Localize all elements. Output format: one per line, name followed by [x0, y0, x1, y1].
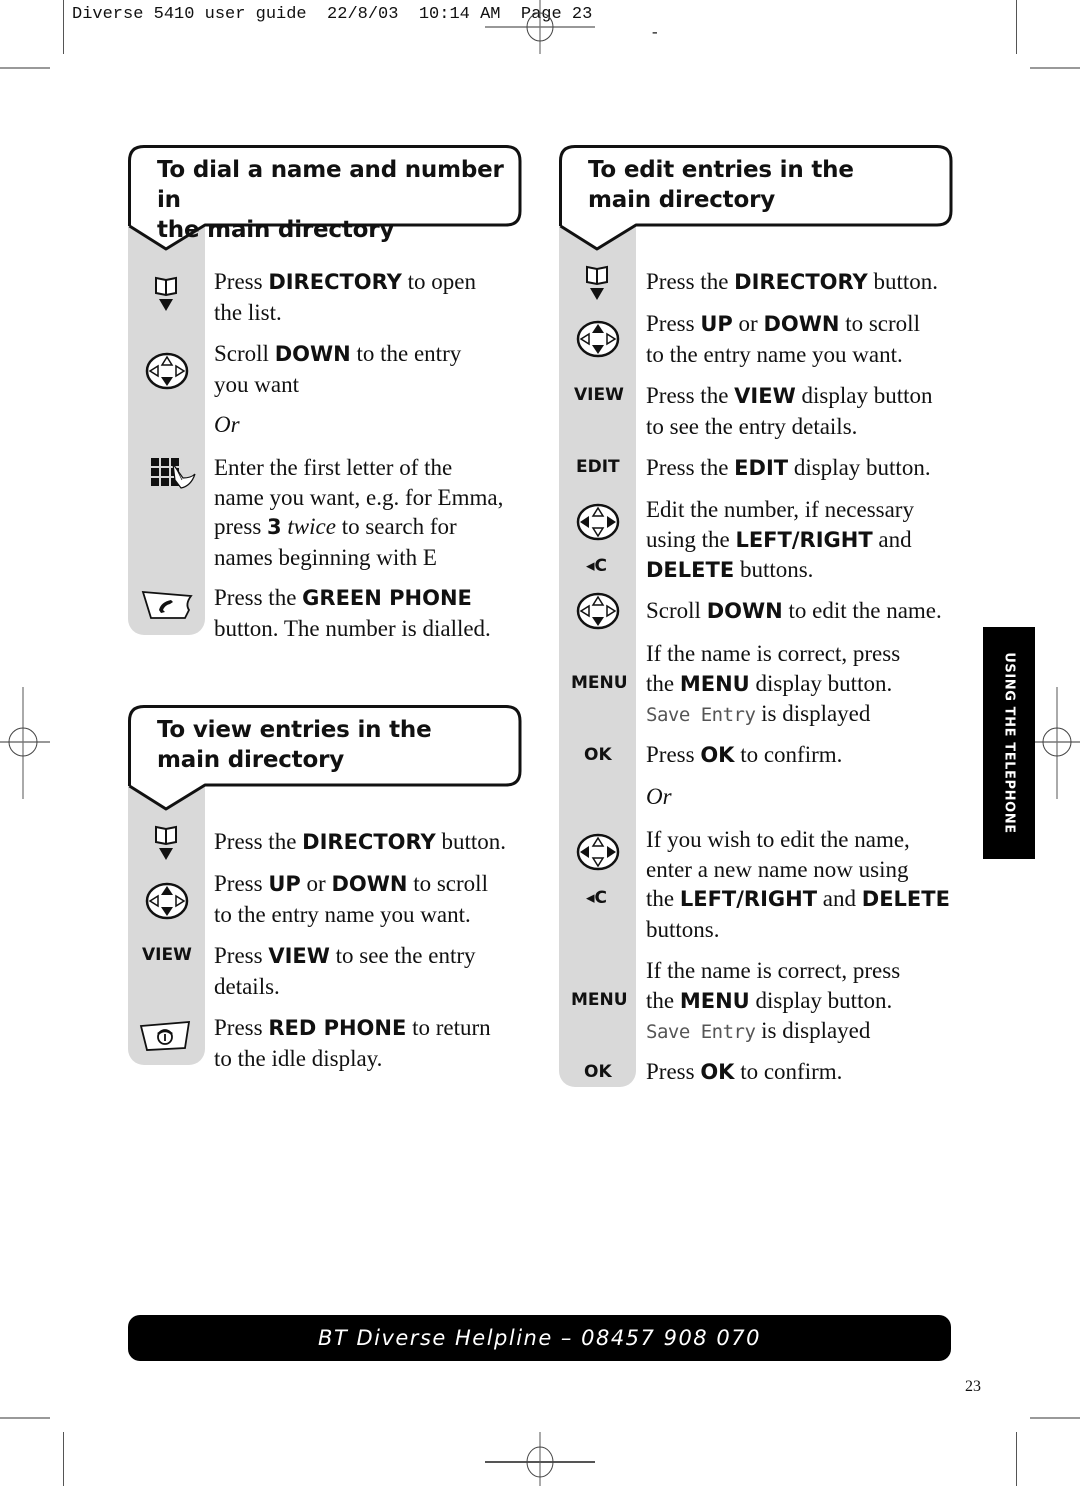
- section-title: To view entries in the main directory: [157, 717, 432, 773]
- menu-key-label: MENU: [571, 673, 628, 693]
- step-text: If the name is correct, press the MENU di…: [646, 641, 901, 726]
- step-text: Press OK to confirm.: [646, 742, 843, 767]
- directory-icon: [155, 826, 177, 861]
- ok-key-label: OK: [584, 1062, 612, 1082]
- crop-mark: [63, 1432, 64, 1486]
- section-side-tab: USING THE TELEPHONE: [983, 627, 1035, 859]
- crop-mark: [1030, 67, 1080, 69]
- crop-mark: [0, 67, 50, 69]
- section-edit: To edit entries in the main directory Pr…: [559, 145, 953, 1095]
- ok-key-label: OK: [584, 745, 612, 765]
- lcd-text: Save Entry: [646, 704, 756, 726]
- registration-mark-bottom: [485, 1432, 595, 1486]
- menu-key-label: MENU: [571, 990, 628, 1010]
- step-text: Press the GREEN PHONE button. The number …: [214, 585, 491, 641]
- delete-key-label: ◂C: [586, 888, 608, 908]
- view-key-label: VIEW: [574, 385, 624, 405]
- keypad-icon: [150, 457, 196, 489]
- delete-key-label: ◂C: [586, 556, 608, 576]
- green-phone-icon: [142, 591, 192, 619]
- step-text: Scroll DOWN to the entry you want: [214, 341, 462, 397]
- navigation-down-icon: [145, 352, 189, 390]
- directory-icon: [586, 266, 608, 301]
- step-text: Press the VIEW display button to see the …: [646, 383, 933, 439]
- registration-mark-top: [485, 0, 595, 54]
- print-header-mark: -: [650, 24, 660, 42]
- navigation-up-down-icon: [576, 320, 620, 358]
- crop-mark: [63, 0, 64, 54]
- step-text: Edit the number, if necessary using the L…: [646, 497, 914, 582]
- step-text: Press RED PHONE to return to the idle dis…: [214, 1015, 491, 1071]
- step-text: Scroll DOWN to edit the name.: [646, 598, 942, 623]
- navigation-left-right-icon: [576, 833, 620, 871]
- or-text: Or: [214, 412, 240, 437]
- page-number: 23: [965, 1378, 981, 1395]
- section-dial: To dial a name and number in the main di…: [128, 145, 522, 641]
- step-text: Press OK to confirm.: [646, 1059, 843, 1084]
- step-text: Press UP or DOWN to scroll to the entry n…: [646, 311, 920, 367]
- red-phone-icon: [139, 1020, 191, 1052]
- step-text: Press UP or DOWN to scroll to the entry n…: [214, 871, 488, 927]
- section-title: To dial a name and number in the main di…: [157, 157, 504, 243]
- navigation-down-icon: [576, 592, 620, 630]
- section-title: To edit entries in the main directory: [588, 157, 854, 213]
- registration-mark-right: [1030, 687, 1080, 799]
- helpline-banner: BT Diverse Helpline – 08457 908 070: [128, 1315, 951, 1361]
- registration-mark-left: [0, 687, 50, 799]
- step-text: Press the DIRECTORY button.: [214, 829, 507, 854]
- step-text: Press the EDIT display button.: [646, 455, 931, 480]
- lcd-text: Save Entry: [646, 1021, 756, 1043]
- crop-mark: [1016, 1432, 1017, 1486]
- step-text: If the name is correct, press the MENU di…: [646, 958, 901, 1043]
- step-text: Enter the first letter of the name you wa…: [214, 455, 504, 570]
- step-text: If you wish to edit the name, enter a new…: [646, 827, 950, 942]
- step-text: Press the DIRECTORY button.: [646, 269, 939, 294]
- or-text: Or: [646, 784, 672, 809]
- navigation-up-down-icon: [145, 882, 189, 920]
- step-text: Press VIEW to see the entry details.: [214, 943, 476, 999]
- crop-mark: [0, 1417, 50, 1419]
- view-key-label: VIEW: [142, 945, 192, 965]
- section-view: To view entries in the main directory Pr…: [128, 705, 522, 1075]
- crop-mark: [1030, 1417, 1080, 1419]
- crop-mark: [1016, 0, 1017, 54]
- navigation-left-right-icon: [576, 503, 620, 541]
- directory-icon: [155, 277, 177, 312]
- step-text: Press DIRECTORY to open the list.: [214, 269, 476, 325]
- edit-key-label: EDIT: [576, 457, 620, 477]
